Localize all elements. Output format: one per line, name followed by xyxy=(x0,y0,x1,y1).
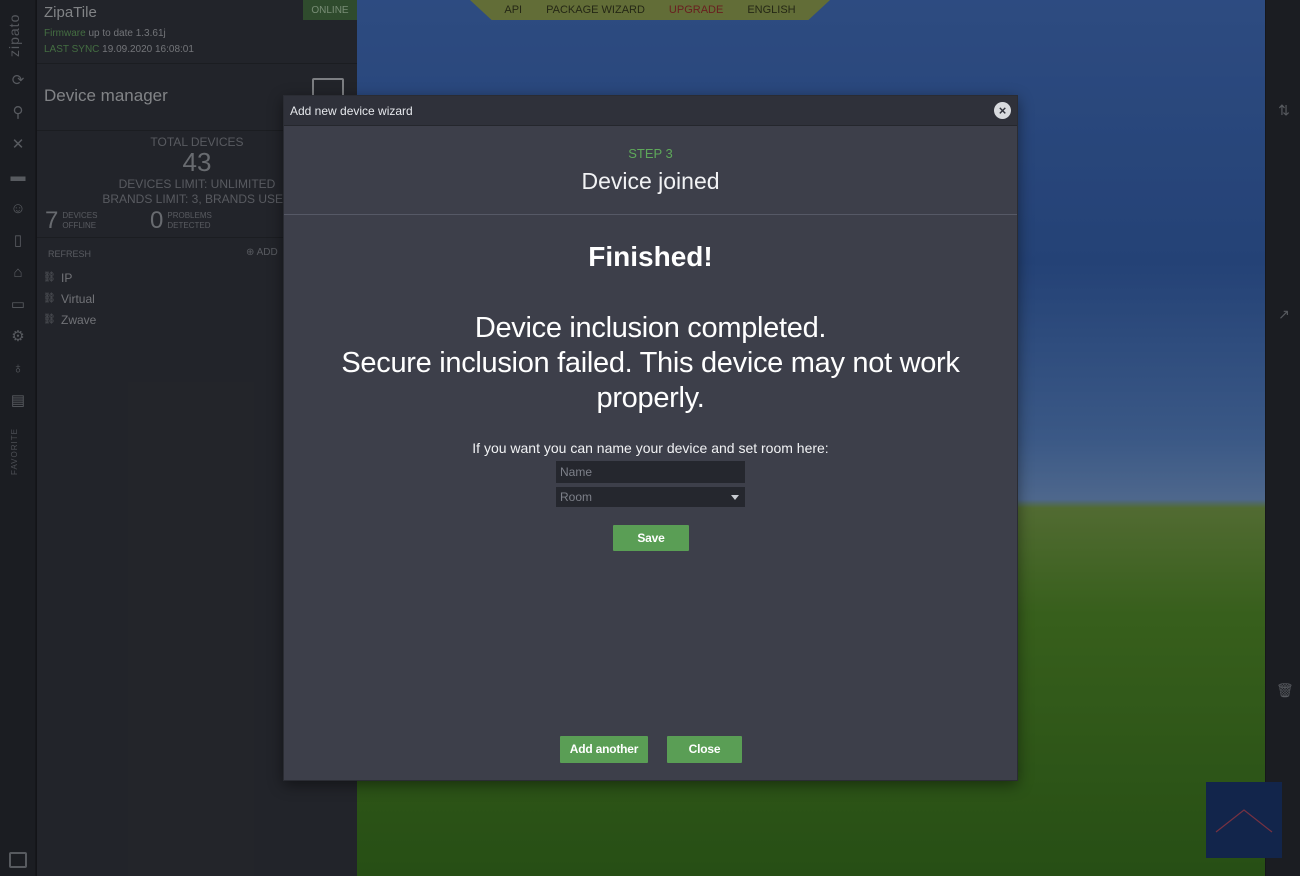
room-select-value: Room xyxy=(560,490,593,504)
dialog-title: Add new device wizard xyxy=(290,104,413,118)
step-label: STEP 3 xyxy=(628,146,673,161)
room-select[interactable]: Room xyxy=(556,487,745,507)
step-title: Device joined xyxy=(581,168,720,194)
message-line-2: Secure inclusion failed. This device may… xyxy=(341,347,960,414)
close-icon[interactable]: × xyxy=(994,102,1011,119)
chevron-down-icon xyxy=(731,495,739,500)
save-button[interactable]: Save xyxy=(613,525,689,551)
finished-heading: Finished! xyxy=(588,241,713,272)
message-line-1: Device inclusion completed. xyxy=(474,312,827,344)
close-button[interactable]: Close xyxy=(667,736,742,763)
naming-prompt: If you want you can name your device and… xyxy=(472,440,829,456)
add-another-button[interactable]: Add another xyxy=(560,736,648,763)
inclusion-message: Device inclusion completed. Secure inclu… xyxy=(324,311,977,416)
dialog-header: Add new device wizard × xyxy=(284,96,1017,126)
add-device-wizard-dialog: Add new device wizard × STEP 3 Device jo… xyxy=(283,95,1018,781)
divider xyxy=(284,214,1017,215)
device-name-input[interactable] xyxy=(556,461,745,483)
